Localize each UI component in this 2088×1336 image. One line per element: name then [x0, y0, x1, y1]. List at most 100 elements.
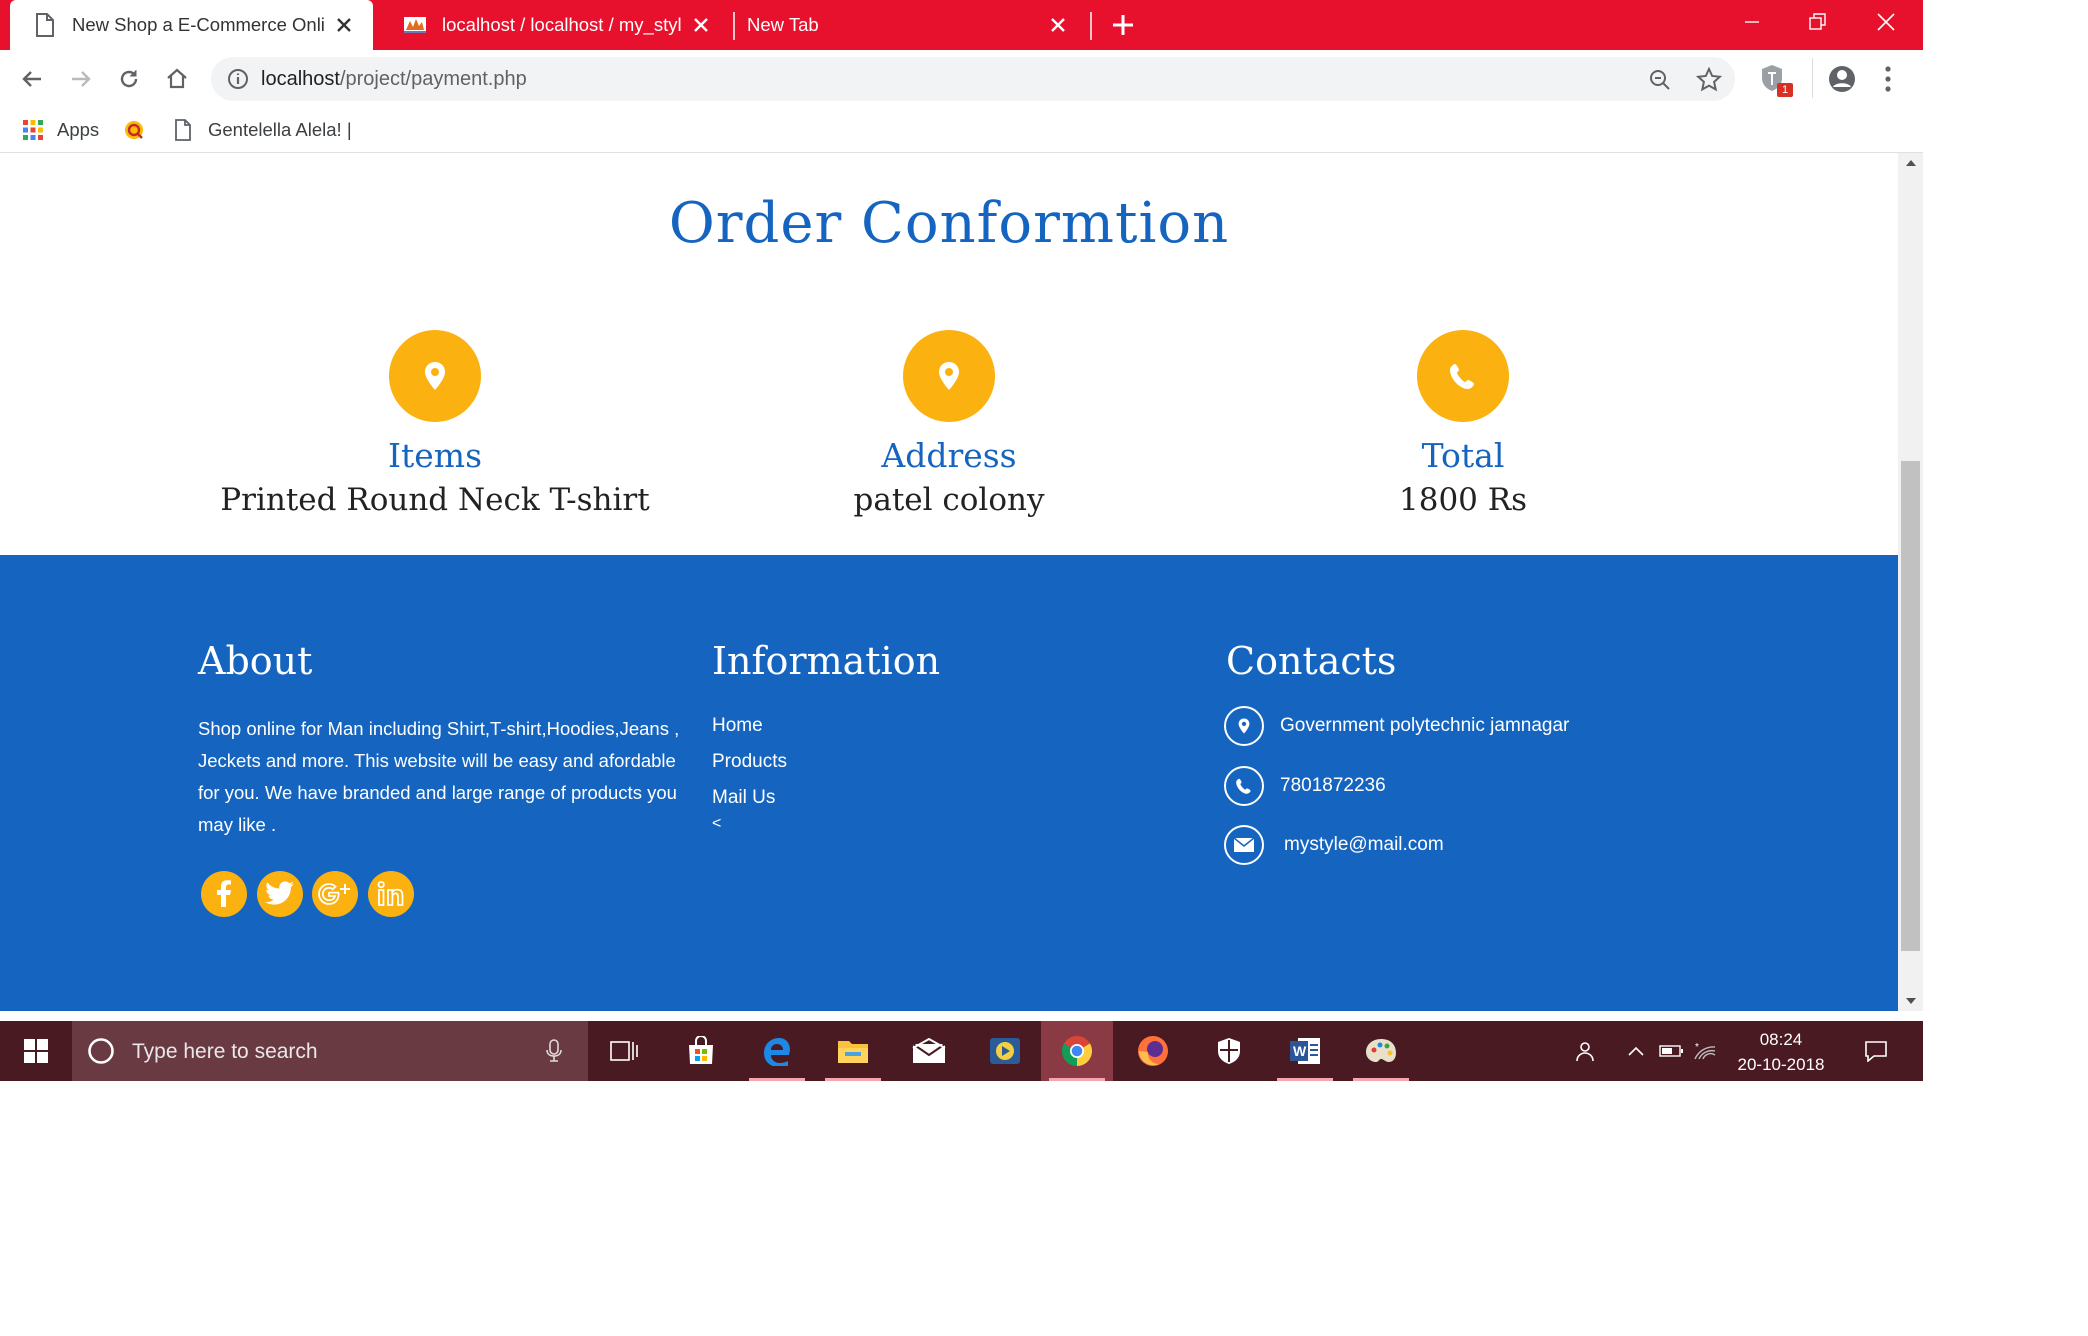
toolbar-divider — [1812, 58, 1813, 98]
forward-button[interactable] — [66, 64, 96, 94]
bookmarks-bar: Apps Gentelella Alela! | — [0, 108, 1923, 153]
info-icon[interactable] — [227, 68, 249, 90]
scroll-up-arrow-icon[interactable] — [1898, 153, 1923, 173]
taskbar-security[interactable] — [1193, 1021, 1265, 1081]
menu-dots-icon[interactable] — [1883, 64, 1893, 94]
tab-shop[interactable]: New Shop a E-Commerce Online — [10, 0, 373, 50]
items-icon-circle — [389, 330, 481, 422]
contact-address-text: Government polytechnic jamnagar — [1280, 715, 1570, 736]
task-view-button[interactable] — [588, 1021, 660, 1081]
address-label: Address — [881, 436, 1017, 475]
footer-link-products[interactable]: Products — [712, 751, 787, 773]
firefox-icon — [1138, 1036, 1168, 1066]
phpmyadmin-icon — [404, 17, 426, 33]
back-button[interactable] — [17, 64, 47, 94]
arrow-left-icon — [22, 71, 41, 87]
url-path: /project/payment.php — [339, 68, 527, 90]
linkedin-button[interactable] — [368, 871, 414, 917]
page-viewport: Order Conformtion Items Printed Round Ne… — [0, 153, 1898, 1011]
address-icon-circle — [903, 330, 995, 422]
close-icon[interactable] — [333, 14, 355, 36]
taskbar-file-explorer[interactable] — [817, 1021, 889, 1081]
info-address: Address patel colony — [689, 330, 1209, 520]
star-icon[interactable] — [1696, 67, 1722, 93]
footer-link-mail-us[interactable]: Mail Us — [712, 787, 775, 809]
url-text: localhost/project/payment.php — [261, 68, 527, 91]
map-pin-icon — [939, 362, 959, 390]
reload-button[interactable] — [114, 64, 144, 94]
folder-icon — [838, 1041, 868, 1063]
home-icon — [167, 68, 187, 89]
close-icon — [1877, 13, 1895, 31]
action-center-button[interactable] — [1856, 1021, 1896, 1081]
taskbar-store[interactable] — [665, 1021, 737, 1081]
clock-time: 08:24 — [1759, 1030, 1803, 1049]
page-scrollbar[interactable] — [1898, 153, 1923, 1011]
restore-button[interactable] — [1788, 0, 1848, 44]
wifi-indicator[interactable]: * — [1690, 1021, 1720, 1081]
cortana-icon — [88, 1038, 114, 1064]
taskbar-firefox[interactable] — [1117, 1021, 1189, 1081]
phone-icon — [1450, 364, 1474, 389]
edge-icon — [764, 1038, 790, 1066]
total-label: Total — [1421, 436, 1505, 475]
people-button[interactable] — [1568, 1021, 1600, 1081]
taskbar-paint[interactable] — [1345, 1021, 1417, 1081]
tab-title: New Shop a E-Commerce Online — [72, 14, 325, 35]
bookmark-gentelella[interactable]: Gentelella Alela! | — [174, 108, 352, 152]
bookmark-label: Apps — [57, 119, 100, 140]
close-window-button[interactable] — [1856, 0, 1916, 44]
tab-divider — [733, 12, 735, 40]
show-hidden-icons-button[interactable] — [1624, 1021, 1648, 1081]
zoom-icon[interactable] — [1648, 68, 1672, 92]
scroll-down-arrow-icon[interactable] — [1898, 991, 1923, 1011]
profile-avatar-icon[interactable] — [1827, 64, 1857, 94]
address-value: patel colony — [853, 482, 1045, 518]
taskbar-word[interactable]: W — [1269, 1021, 1341, 1081]
store-icon — [689, 1036, 713, 1064]
twitter-button[interactable] — [257, 871, 303, 917]
tab-title: localhost / localhost / my_style / — [442, 14, 682, 35]
taskbar-mail[interactable] — [893, 1021, 965, 1081]
running-indicator — [749, 1078, 805, 1081]
taskbar-search-input[interactable]: Type here to search — [72, 1021, 588, 1081]
scrollbar-thumb[interactable] — [1901, 461, 1920, 951]
footer-link-home[interactable]: Home — [712, 715, 763, 737]
facebook-button[interactable] — [201, 871, 247, 917]
close-icon[interactable] — [1047, 14, 1069, 36]
bookmark-site[interactable] — [123, 108, 145, 152]
page-icon — [175, 119, 191, 141]
map-pin-icon — [1224, 706, 1264, 746]
page-title: Order Conformtion — [668, 191, 1230, 256]
info-total: Total 1800 Rs — [1203, 330, 1723, 520]
google-plus-button[interactable] — [312, 871, 358, 917]
start-button[interactable] — [0, 1021, 72, 1081]
contacts-heading: Contacts — [1226, 639, 1397, 683]
tab-new[interactable]: New Tab — [737, 0, 1087, 50]
home-button[interactable] — [162, 64, 192, 94]
minimize-button[interactable] — [1722, 0, 1782, 44]
about-heading: About — [198, 639, 313, 683]
taskbar-clock[interactable]: 08:24 20-10-2018 — [1726, 1027, 1836, 1077]
close-icon[interactable] — [690, 14, 712, 36]
url-host: localhost — [261, 68, 340, 90]
facebook-icon — [217, 880, 231, 907]
site-favicon — [125, 121, 143, 139]
bookmark-apps[interactable]: Apps — [22, 108, 99, 152]
browser-toolbar: localhost/project/payment.php — [0, 50, 1923, 108]
microphone-icon[interactable] — [546, 1039, 562, 1063]
taskbar-edge[interactable] — [741, 1021, 813, 1081]
tab-phpmyadmin[interactable]: localhost / localhost / my_style / — [380, 0, 730, 50]
new-tab-plus-icon[interactable] — [1108, 10, 1138, 40]
phone-icon — [1224, 766, 1264, 806]
total-icon-circle — [1417, 330, 1509, 422]
taskbar-media-app[interactable] — [969, 1021, 1041, 1081]
running-indicator — [1353, 1078, 1409, 1081]
svg-text:W: W — [1293, 1043, 1307, 1059]
battery-indicator[interactable] — [1658, 1021, 1686, 1081]
contact-email-text[interactable]: mystyle@mail.com — [1284, 834, 1444, 856]
windows-logo-icon — [24, 1039, 48, 1063]
address-bar[interactable]: localhost/project/payment.php — [211, 57, 1735, 101]
items-value: Printed Round Neck T-shirt — [220, 482, 650, 518]
taskbar-chrome[interactable] — [1041, 1021, 1113, 1081]
